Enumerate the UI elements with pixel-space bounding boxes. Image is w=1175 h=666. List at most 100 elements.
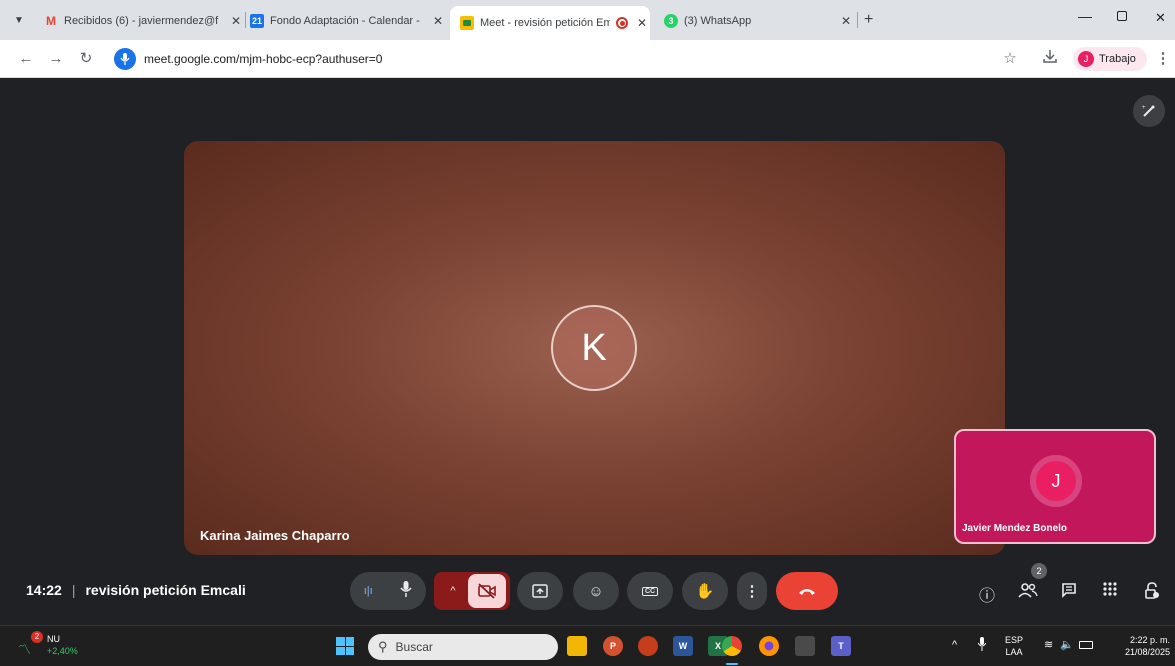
chevron-up-icon[interactable]: ^: [952, 639, 957, 651]
tab-search-button[interactable]: ▼: [10, 12, 28, 30]
tab-whatsapp[interactable]: 3 (3) WhatsApp ✕: [664, 8, 854, 34]
present-button[interactable]: [517, 572, 563, 610]
self-view-tile[interactable]: J Javier Mendez Bonelo: [954, 429, 1156, 544]
minimize-button[interactable]: —: [1076, 8, 1094, 24]
site-info-icon[interactable]: [114, 48, 136, 70]
stock-widget[interactable]: 〽 2 NU +2,40%: [18, 630, 98, 662]
meet-stage: + K Karina Jaimes Chaparro J Javier Mend…: [0, 79, 1175, 625]
meeting-title: revisión petición Emcali: [85, 582, 246, 598]
activities-icon[interactable]: [1099, 582, 1121, 602]
gmail-icon: M: [46, 14, 56, 28]
tab-title: (3) WhatsApp: [684, 15, 752, 27]
address-bar[interactable]: meet.google.com/mjm-hobc-ecp?authuser=0: [110, 45, 1030, 73]
tab-strip: ▼ M Recibidos (6) - javiermendez@f ✕ 21 …: [0, 0, 1175, 40]
meeting-info: 14:22 | revisión petición Emcali: [26, 582, 246, 598]
close-icon[interactable]: ✕: [228, 14, 244, 28]
layout-code: LAA: [1005, 647, 1023, 657]
menu-icon[interactable]: ⋮: [1153, 49, 1173, 69]
chevron-up-icon[interactable]: ^: [438, 585, 468, 597]
captions-icon: CC: [641, 586, 659, 596]
app-icon[interactable]: [638, 636, 658, 656]
restore-button[interactable]: [1117, 11, 1127, 21]
reload-button[interactable]: ↻: [76, 49, 96, 69]
powerpoint-icon[interactable]: P: [603, 636, 623, 656]
word-icon[interactable]: W: [673, 636, 693, 656]
meet-icon: [460, 16, 474, 30]
stock-change: +2,40%: [47, 646, 78, 656]
battery-icon[interactable]: [1079, 641, 1093, 649]
participant-avatar: K: [551, 305, 637, 391]
chrome-icon[interactable]: [722, 636, 742, 656]
end-call-button[interactable]: [776, 572, 838, 610]
chat-icon[interactable]: [1058, 582, 1080, 602]
avatar: J: [1078, 51, 1094, 67]
emoji-button[interactable]: ☺: [573, 572, 619, 610]
meeting-details-icon[interactable]: ⓘ: [976, 582, 998, 605]
search-icon: ⚲: [378, 639, 388, 654]
captions-button[interactable]: CC: [627, 572, 673, 610]
close-icon[interactable]: ✕: [838, 14, 854, 28]
tab-meet[interactable]: Meet - revisión petición Em ✕: [450, 6, 650, 40]
self-name: Javier Mendez Bonelo: [962, 523, 1068, 534]
notification-badge: 2: [31, 631, 43, 643]
clock-date: 21/08/2025: [1124, 647, 1170, 657]
microphone-icon[interactable]: [977, 637, 987, 653]
browser-toolbar: ← → ↻ meet.google.com/mjm-hobc-ecp?authu…: [0, 40, 1175, 78]
stock-symbol: NU: [47, 634, 60, 644]
clock[interactable]: 2:22 p. m. 21/08/2025: [1108, 634, 1170, 658]
stock-chart-icon: 〽: [18, 642, 32, 657]
file-explorer-icon[interactable]: [567, 636, 587, 656]
divider: |: [71, 582, 76, 598]
camera-toggle[interactable]: ^: [434, 572, 510, 610]
people-icon[interactable]: [1017, 582, 1039, 602]
tab-title: Meet - revisión petición Em: [480, 17, 610, 29]
raise-hand-button[interactable]: ✋: [682, 572, 728, 610]
profile-button[interactable]: J Trabajo: [1073, 47, 1147, 71]
tab-gmail[interactable]: M Recibidos (6) - javiermendez@f ✕: [44, 8, 244, 34]
close-window-button[interactable]: ✕: [1155, 10, 1166, 26]
camera-off-icon: [468, 574, 506, 608]
close-icon[interactable]: ✕: [430, 14, 446, 28]
app-icon[interactable]: [795, 636, 815, 656]
forward-button[interactable]: →: [46, 49, 66, 69]
calendar-icon: 21: [250, 14, 264, 28]
url-text: meet.google.com/mjm-hobc-ecp?authuser=0: [144, 52, 383, 66]
tab-title: Recibidos (6) - javiermendez@f: [64, 15, 219, 27]
tab-calendar[interactable]: 21 Fondo Adaptación - Calendar - ✕: [250, 8, 446, 34]
tab-separator: [245, 12, 246, 28]
meeting-time: 14:22: [26, 582, 62, 598]
active-indicator: [726, 663, 738, 665]
firefox-icon[interactable]: [759, 636, 779, 656]
clock-time: 2:22 p. m.: [1129, 635, 1170, 645]
bookmark-star-icon[interactable]: ☆: [1000, 49, 1020, 69]
close-icon[interactable]: ✕: [634, 16, 650, 30]
language-code: ESP: [1005, 635, 1024, 645]
svg-text:+: +: [1142, 105, 1146, 111]
download-icon[interactable]: [1040, 49, 1060, 69]
microphone-icon: [400, 581, 412, 601]
audio-level-icon: ı|ı: [363, 585, 373, 597]
participant-count-badge: 2: [1031, 563, 1047, 579]
microphone-toggle[interactable]: ı|ı: [350, 572, 426, 610]
taskbar-search[interactable]: ⚲ Buscar: [368, 634, 558, 660]
tab-title: Fondo Adaptación - Calendar -: [270, 15, 420, 27]
volume-icon[interactable]: 🔈: [1060, 638, 1074, 651]
whatsapp-icon: 3: [664, 14, 678, 28]
profile-label: Trabajo: [1099, 53, 1136, 65]
language-indicator[interactable]: ESP LAA: [1005, 634, 1023, 658]
main-participant-tile: K Karina Jaimes Chaparro: [184, 141, 1005, 555]
back-button[interactable]: ←: [16, 49, 36, 69]
edit-effects-button[interactable]: +: [1133, 95, 1165, 127]
host-controls-icon[interactable]: [1141, 582, 1163, 602]
windows-taskbar: 〽 2 NU +2,40% ⚲ Buscar P W X T ^ ESP LAA…: [0, 625, 1175, 666]
more-options-button[interactable]: ⋮: [737, 572, 767, 610]
tab-separator: [857, 12, 858, 28]
teams-icon[interactable]: T: [831, 636, 851, 656]
wifi-icon[interactable]: ≋: [1044, 638, 1053, 651]
recording-icon: [616, 17, 628, 29]
search-placeholder: Buscar: [395, 640, 433, 654]
self-avatar: J: [1030, 455, 1082, 507]
participant-name: Karina Jaimes Chaparro: [200, 528, 350, 543]
new-tab-button[interactable]: +: [864, 11, 873, 29]
start-button[interactable]: [336, 637, 354, 655]
